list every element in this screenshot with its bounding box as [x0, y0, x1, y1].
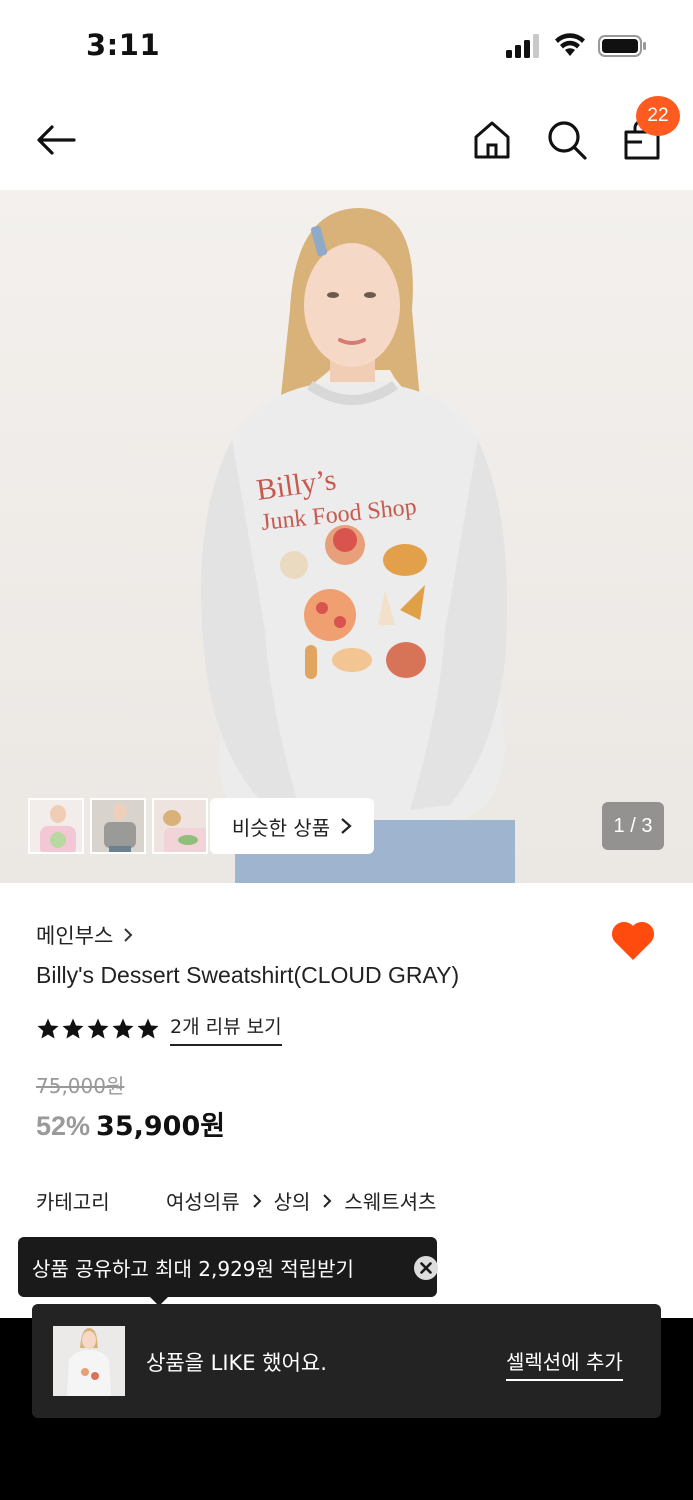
discount-rate: 52%	[36, 1111, 91, 1141]
original-price: 75,000원	[36, 1074, 125, 1098]
star-icon	[137, 1018, 159, 1039]
share-reward-tooltip[interactable]: 상품 공유하고 최대 2,929원 적립받기	[18, 1237, 439, 1297]
category-women-clothing[interactable]: 여성의류	[166, 1186, 240, 1215]
cellular-signal-icon	[506, 34, 539, 58]
thumbnail-strip	[28, 798, 208, 854]
star-icon	[112, 1018, 134, 1039]
product-image-gallery[interactable]: Billy’s Junk Food Shop 비슷한 상품 1 / 3	[0, 190, 693, 883]
similar-products-label: 비슷한 상품	[231, 815, 331, 840]
wifi-icon	[555, 33, 585, 56]
cart-count-badge[interactable]: 22	[636, 96, 680, 136]
category-tops[interactable]: 상의	[274, 1186, 311, 1215]
like-heart-icon[interactable]	[610, 918, 656, 962]
rating-row: 2개 리뷰 보기	[36, 1012, 282, 1046]
chevron-right-icon	[341, 818, 352, 834]
chevron-right-icon	[323, 1193, 332, 1208]
image-page-indicator: 1 / 3	[602, 802, 664, 850]
home-icon[interactable]	[470, 118, 514, 162]
battery-icon	[598, 35, 646, 57]
top-nav-bar	[0, 90, 693, 190]
sale-price: 35,900원	[96, 1111, 226, 1142]
toast-product-thumbnail	[53, 1326, 125, 1396]
category-row: 카테고리 여성의류 상의 스웨트셔츠	[36, 1186, 436, 1215]
product-photo: Billy’s Junk Food Shop	[201, 208, 515, 883]
star-icon	[62, 1018, 84, 1039]
category-sweatshirts[interactable]: 스웨트셔츠	[344, 1186, 436, 1215]
review-link[interactable]: 2개 리뷰 보기	[170, 1012, 282, 1046]
search-icon[interactable]	[545, 118, 589, 162]
thumbnail-gray[interactable]	[90, 798, 146, 854]
add-to-selection-link[interactable]: 셀렉션에 추가	[506, 1346, 623, 1381]
star-icon	[87, 1018, 109, 1039]
category-label: 카테고리	[36, 1190, 110, 1214]
star-icon	[37, 1018, 59, 1039]
back-arrow-icon[interactable]	[34, 118, 78, 162]
chevron-right-icon	[124, 928, 133, 942]
thumbnail-lying[interactable]	[152, 798, 208, 854]
brand-name: 메인부스	[36, 924, 114, 948]
share-reward-text: 상품 공유하고 최대 2,929원 적립받기	[32, 1256, 354, 1281]
thumbnail-pink[interactable]	[28, 798, 84, 854]
price-row: 52% 35,900원	[36, 1104, 225, 1143]
brand-link[interactable]: 메인부스	[36, 920, 133, 950]
toast-message: 상품을 LIKE 했어요.	[146, 1351, 327, 1375]
star-rating	[36, 1017, 160, 1041]
status-time: 3:11	[86, 28, 161, 62]
close-icon[interactable]	[413, 1255, 439, 1281]
like-toast: 상품을 LIKE 했어요. 셀렉션에 추가	[32, 1304, 661, 1418]
similar-products-button[interactable]: 비슷한 상품	[210, 798, 374, 854]
status-bar: 3:11	[0, 0, 693, 90]
chevron-right-icon	[252, 1193, 262, 1208]
product-name: Billy's Dessert Sweatshirt(CLOUD GRAY)	[36, 962, 460, 988]
